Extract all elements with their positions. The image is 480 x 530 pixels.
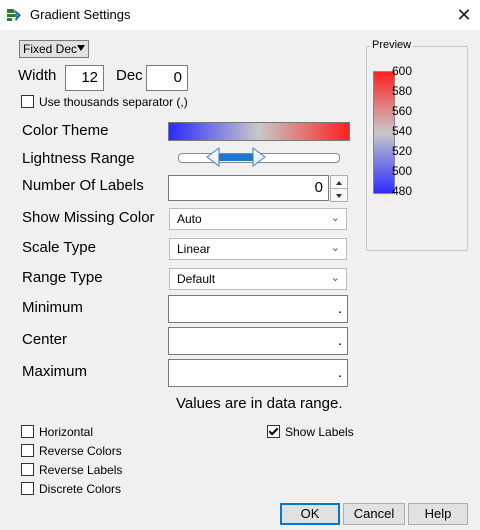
preview-tick: 540 bbox=[392, 124, 413, 138]
center-label: Center bbox=[22, 331, 68, 348]
discrete-colors-checkbox[interactable] bbox=[21, 482, 34, 495]
cancel-button[interactable]: Cancel bbox=[343, 503, 405, 525]
lightness-range-fill bbox=[216, 154, 256, 161]
reverse-labels-checkbox[interactable] bbox=[21, 463, 34, 476]
show-missing-color-label: Show Missing Color bbox=[22, 209, 155, 226]
width-label: Width bbox=[18, 67, 57, 84]
minimum-value: . bbox=[337, 300, 342, 317]
preview-tick: 580 bbox=[392, 84, 413, 98]
ok-button[interactable]: OK bbox=[280, 503, 340, 525]
reverse-colors-label: Reverse Colors bbox=[39, 444, 122, 458]
chevron-down-icon: ⌄ bbox=[330, 242, 340, 254]
format-dropdown-value: Fixed Dec bbox=[23, 42, 78, 56]
reverse-colors-checkbox[interactable] bbox=[21, 444, 34, 457]
maximum-field[interactable]: . bbox=[168, 359, 348, 387]
format-dropdown[interactable]: Fixed Dec bbox=[19, 40, 89, 58]
close-icon[interactable]: ✕ bbox=[452, 3, 476, 27]
preview-tick: 500 bbox=[392, 164, 413, 178]
lightness-low-handle[interactable] bbox=[206, 147, 220, 167]
scale-type-select[interactable]: Linear ⌄ bbox=[169, 238, 347, 260]
window-title: Gradient Settings bbox=[30, 7, 131, 22]
color-theme-label: Color Theme bbox=[22, 122, 109, 139]
thousands-separator-checkbox[interactable] bbox=[21, 95, 34, 108]
number-of-labels-value: 0 bbox=[314, 179, 323, 196]
spin-up-button[interactable] bbox=[330, 175, 348, 189]
center-value: . bbox=[337, 332, 342, 349]
preview-tick: 520 bbox=[392, 144, 413, 158]
maximum-value: . bbox=[337, 364, 342, 381]
center-field[interactable]: . bbox=[168, 327, 348, 355]
number-of-labels-label: Number Of Labels bbox=[22, 177, 144, 194]
preview-title: Preview bbox=[370, 39, 414, 51]
maximum-label: Maximum bbox=[22, 363, 88, 380]
preview-tick: 600 bbox=[392, 64, 413, 78]
spin-down-button[interactable] bbox=[330, 188, 348, 202]
lightness-high-handle[interactable] bbox=[252, 147, 266, 167]
scale-type-label: Scale Type bbox=[22, 239, 96, 256]
thousands-separator-label: Use thousands separator (,) bbox=[39, 95, 188, 109]
reverse-labels-label: Reverse Labels bbox=[39, 463, 123, 477]
scale-type-value: Linear bbox=[177, 242, 211, 256]
dec-value: 0 bbox=[173, 69, 182, 86]
show-missing-color-value: Auto bbox=[177, 212, 202, 226]
width-field[interactable]: 12 bbox=[65, 65, 104, 91]
preview-tick-labels: 600 580 560 540 520 500 480 bbox=[392, 64, 432, 199]
minimum-label: Minimum bbox=[22, 299, 83, 316]
show-labels-checkbox[interactable] bbox=[267, 425, 280, 438]
minimum-field[interactable]: . bbox=[168, 295, 348, 323]
preview-tick: 480 bbox=[392, 184, 413, 198]
preview-tick: 560 bbox=[392, 104, 413, 118]
range-type-value: Default bbox=[177, 272, 216, 286]
app-icon bbox=[6, 7, 22, 23]
help-button[interactable]: Help bbox=[408, 503, 468, 525]
range-type-select[interactable]: Default ⌄ bbox=[169, 268, 347, 290]
dec-field[interactable]: 0 bbox=[146, 65, 188, 91]
lightness-range-label: Lightness Range bbox=[22, 150, 135, 167]
number-of-labels-field[interactable]: 0 bbox=[168, 175, 329, 201]
range-type-label: Range Type bbox=[22, 269, 103, 286]
dec-label: Dec bbox=[116, 67, 143, 84]
discrete-colors-label: Discrete Colors bbox=[39, 482, 122, 496]
chevron-down-icon: ⌄ bbox=[330, 272, 340, 284]
horizontal-checkbox[interactable] bbox=[21, 425, 34, 438]
range-note: Values are in data range. bbox=[176, 395, 343, 412]
show-missing-color-select[interactable]: Auto ⌄ bbox=[169, 208, 347, 230]
color-theme-swatch[interactable] bbox=[168, 122, 350, 141]
show-labels-label: Show Labels bbox=[285, 425, 354, 439]
dropdown-arrow-icon bbox=[77, 45, 85, 51]
chevron-down-icon: ⌄ bbox=[330, 212, 340, 224]
width-value: 12 bbox=[81, 69, 98, 86]
horizontal-label: Horizontal bbox=[39, 425, 94, 439]
